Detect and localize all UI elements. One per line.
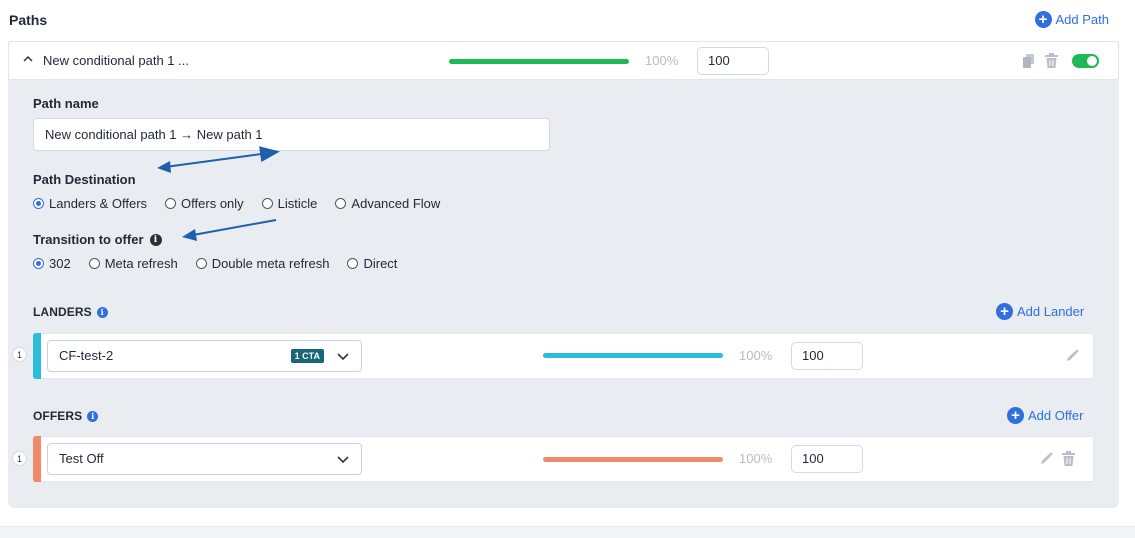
trash-icon[interactable] xyxy=(1045,53,1058,68)
offer-weight-bar xyxy=(543,457,723,462)
add-lander-label: Add Lander xyxy=(1017,304,1085,319)
transition-radio-group: 302 Meta refresh Double meta refresh Dir… xyxy=(33,256,415,271)
info-icon[interactable]: i xyxy=(96,306,108,318)
radio-label: Advanced Flow xyxy=(351,196,441,211)
offer-accent xyxy=(33,436,41,482)
radio-dot xyxy=(195,258,207,269)
path-weight-input[interactable]: 100 xyxy=(697,47,769,75)
offers-label: OFFERS xyxy=(33,409,83,423)
radio-label: Double meta refresh xyxy=(211,256,330,271)
radio-dot xyxy=(347,258,359,269)
info-icon[interactable]: i xyxy=(149,233,162,246)
trash-icon[interactable] xyxy=(1062,451,1075,466)
chevron-up-icon[interactable] xyxy=(23,54,33,64)
add-offer-button[interactable]: + Add Offer xyxy=(1007,407,1083,424)
transition-label-row: Transition to offer i xyxy=(33,232,162,247)
radio-302[interactable]: 302 xyxy=(33,256,71,271)
lander-weight-bar xyxy=(543,353,723,358)
plus-circle-icon: + xyxy=(1034,11,1052,28)
radio-dot xyxy=(261,198,273,209)
offer-select[interactable]: Test Off xyxy=(47,443,362,475)
radio-landers-offers[interactable]: Landers & Offers xyxy=(33,196,147,211)
radio-double-meta-refresh[interactable]: Double meta refresh xyxy=(195,256,330,271)
destination-radio-group: Landers & Offers Offers only Listicle Ad… xyxy=(33,196,458,211)
plus-circle-icon: + xyxy=(996,303,1013,320)
radio-dot xyxy=(33,258,44,269)
lander-name: CF-test-2 xyxy=(59,348,114,363)
copy-icon[interactable] xyxy=(1023,54,1035,68)
add-offer-label: Add Offer xyxy=(1028,408,1084,423)
paths-editor: Paths + Add Path New conditional path 1 … xyxy=(0,0,1135,538)
offer-weight-input[interactable]: 100 xyxy=(791,445,863,473)
cta-badge: 1 CTA xyxy=(290,349,324,363)
lander-select[interactable]: CF-test-2 1 CTA xyxy=(47,340,362,372)
lander-weight-input[interactable]: 100 xyxy=(791,342,863,370)
radio-offers-only[interactable]: Offers only xyxy=(165,196,244,211)
footer-strip xyxy=(0,526,1135,538)
path-percent: 100% xyxy=(645,53,679,68)
plus-circle-icon: + xyxy=(1007,407,1024,424)
chevron-down-icon xyxy=(337,456,349,464)
page-title: Paths xyxy=(9,12,48,28)
path-header: New conditional path 1 ... 100% 100 xyxy=(8,41,1119,80)
radio-direct[interactable]: Direct xyxy=(347,256,397,271)
radio-label: 302 xyxy=(49,256,71,271)
path-name-input[interactable]: New conditional path 1 → New path 1 xyxy=(33,118,550,151)
lander-percent: 100% xyxy=(739,348,773,363)
radio-dot xyxy=(165,198,177,209)
offer-percent: 100% xyxy=(739,451,773,466)
path-destination-label: Path Destination xyxy=(33,172,136,187)
lander-index: 1 xyxy=(12,347,27,362)
radio-dot xyxy=(88,258,100,269)
pencil-icon[interactable] xyxy=(1040,452,1053,465)
add-lander-button[interactable]: + Add Lander xyxy=(996,303,1084,320)
radio-label: Landers & Offers xyxy=(49,196,148,211)
lander-accent xyxy=(33,333,41,379)
radio-label: Listicle xyxy=(277,196,318,211)
add-path-button[interactable]: + Add Path xyxy=(1034,11,1110,28)
radio-label: Direct xyxy=(363,256,398,271)
pencil-icon[interactable] xyxy=(1066,349,1079,362)
offer-index: 1 xyxy=(12,451,27,466)
radio-dot xyxy=(33,198,44,209)
radio-label: Offers only xyxy=(181,196,244,211)
landers-label: LANDERS xyxy=(33,305,92,319)
chevron-down-icon xyxy=(337,353,349,361)
offer-name: Test Off xyxy=(59,451,104,466)
path-weight-bar xyxy=(449,59,629,64)
landers-section-label: LANDERS i xyxy=(33,305,108,319)
info-icon[interactable]: i xyxy=(87,410,99,422)
radio-dot xyxy=(335,198,347,209)
radio-label: Meta refresh xyxy=(104,256,178,271)
radio-advanced-flow[interactable]: Advanced Flow xyxy=(335,196,440,211)
add-path-label: Add Path xyxy=(1055,12,1110,27)
radio-listicle[interactable]: Listicle xyxy=(261,196,318,211)
transition-label: Transition to offer xyxy=(33,232,144,247)
radio-meta-refresh[interactable]: Meta refresh xyxy=(88,256,178,271)
path-name-label: Path name xyxy=(33,96,99,111)
path-title[interactable]: New conditional path 1 ... xyxy=(43,53,189,68)
path-enabled-toggle[interactable] xyxy=(1072,54,1099,68)
offers-section-label: OFFERS i xyxy=(33,409,99,423)
